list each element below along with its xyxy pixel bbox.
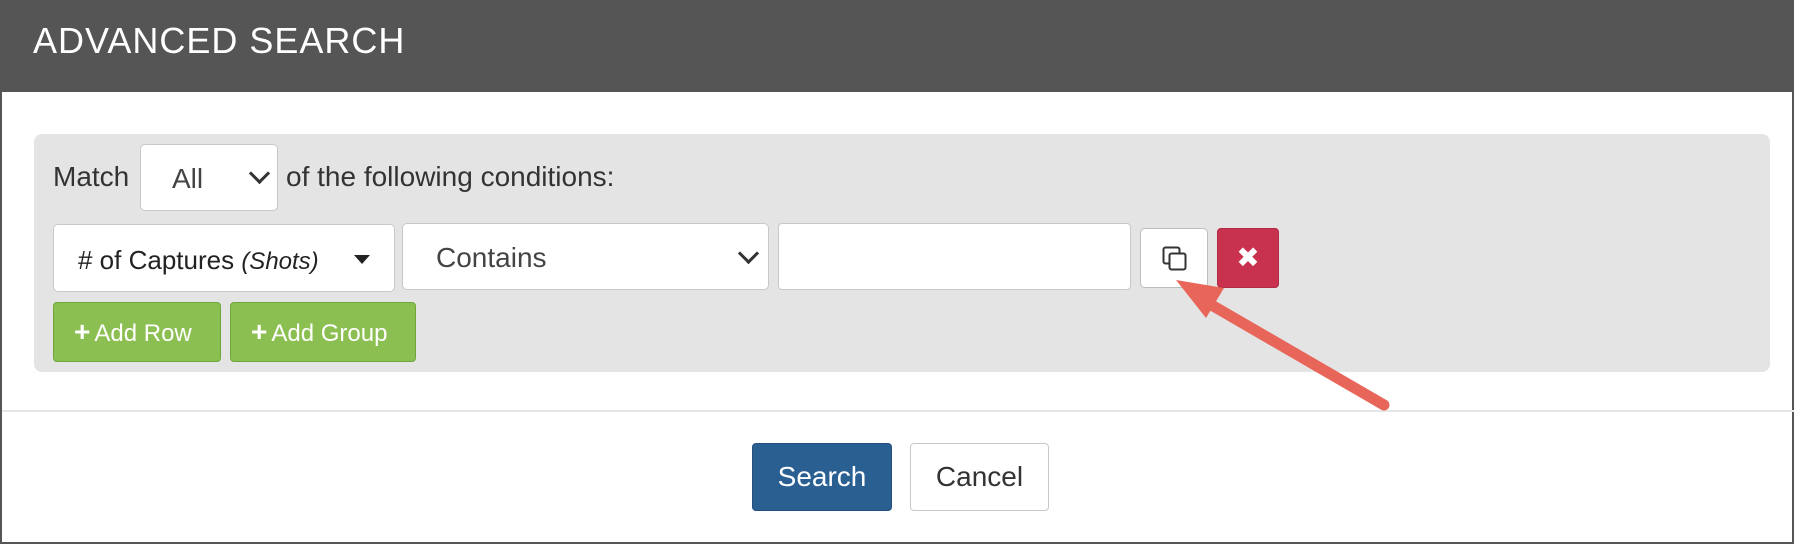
remove-row-button[interactable]: ✖ bbox=[1217, 228, 1279, 288]
field-name: # of Captures bbox=[78, 245, 242, 275]
field-dropdown-label: # of Captures (Shots) bbox=[78, 245, 319, 276]
add-group-button[interactable]: + Add Group bbox=[230, 302, 416, 362]
modal-header: ADVANCED SEARCH bbox=[2, 0, 1794, 92]
footer-divider bbox=[2, 410, 1794, 412]
modal-title: ADVANCED SEARCH bbox=[33, 20, 406, 61]
copy-row-button[interactable] bbox=[1140, 228, 1208, 288]
copy-icon bbox=[1162, 246, 1187, 271]
chevron-down-icon bbox=[737, 242, 760, 265]
add-row-label: Add Row bbox=[94, 320, 192, 347]
match-label: Match bbox=[53, 161, 130, 192]
plus-icon: + bbox=[74, 316, 91, 347]
close-icon: ✖ bbox=[1236, 242, 1260, 273]
match-select-value: All bbox=[172, 163, 204, 194]
operator-select-value: Contains bbox=[436, 242, 547, 273]
plus-icon: + bbox=[251, 316, 268, 347]
add-row-button[interactable]: + Add Row bbox=[53, 302, 221, 362]
field-dropdown[interactable]: # of Captures (Shots) bbox=[53, 224, 395, 292]
chevron-down-icon bbox=[248, 162, 271, 185]
operator-select[interactable]: Contains bbox=[402, 223, 769, 290]
add-group-label: Add Group bbox=[271, 320, 388, 347]
caret-down-icon bbox=[354, 255, 370, 264]
condition-value-input[interactable] bbox=[778, 223, 1131, 290]
field-hint: (Shots) bbox=[241, 248, 319, 275]
match-select[interactable]: All bbox=[140, 144, 278, 211]
search-button[interactable]: Search bbox=[752, 443, 892, 511]
advanced-search-modal: ADVANCED SEARCH Match All of the followi… bbox=[0, 0, 1794, 544]
conditions-suffix-label: of the following conditions: bbox=[286, 161, 615, 192]
conditions-panel: Match All of the following conditions: #… bbox=[34, 134, 1770, 372]
cancel-button[interactable]: Cancel bbox=[910, 443, 1049, 511]
